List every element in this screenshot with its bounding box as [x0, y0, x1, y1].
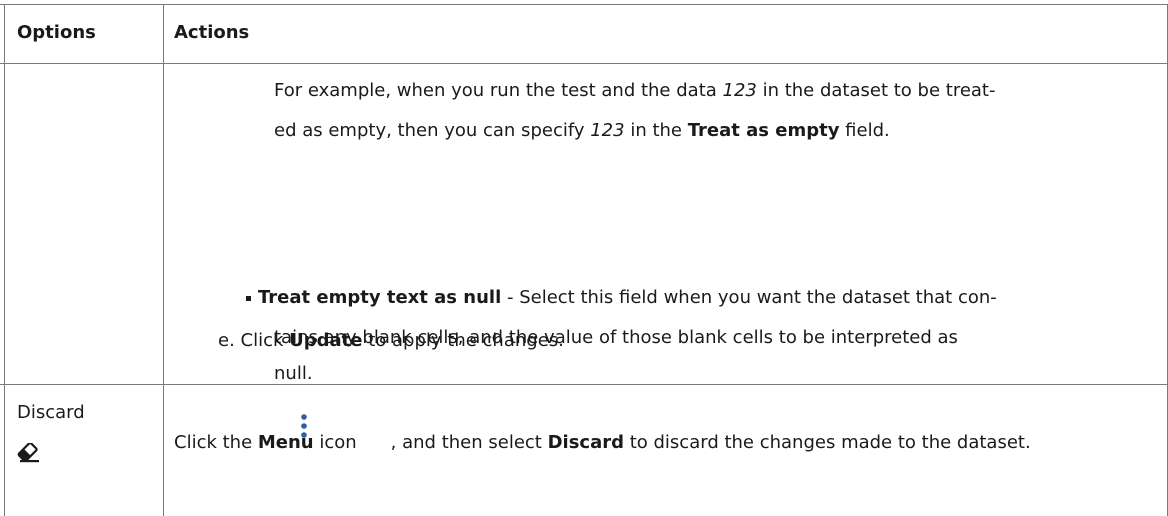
- vertical-ellipsis-icon: [299, 413, 309, 445]
- example-line-1: For example, when you run the test and t…: [274, 80, 996, 101]
- example-line-2: ed as empty, then you can specify 123 in…: [274, 120, 890, 141]
- bullet-line-3: null.: [274, 363, 313, 384]
- row-divider: [0, 384, 1168, 385]
- table-left-border: [4, 4, 5, 516]
- options-actions-table: Options Actions For example, when you ru…: [0, 0, 1168, 516]
- header-actions: Actions: [174, 22, 250, 43]
- option-discard-label: Discard: [17, 402, 85, 423]
- bullet-line-1: Treat empty text as null - Select this f…: [258, 287, 997, 308]
- header-divider: [0, 63, 1168, 64]
- eraser-icon: [16, 441, 42, 467]
- header-options: Options: [17, 22, 96, 43]
- step-e: e. Click Update to apply the changes.: [218, 330, 564, 351]
- table-top-border: [0, 4, 1168, 5]
- list-bullet: [246, 296, 251, 301]
- column-divider: [163, 4, 164, 516]
